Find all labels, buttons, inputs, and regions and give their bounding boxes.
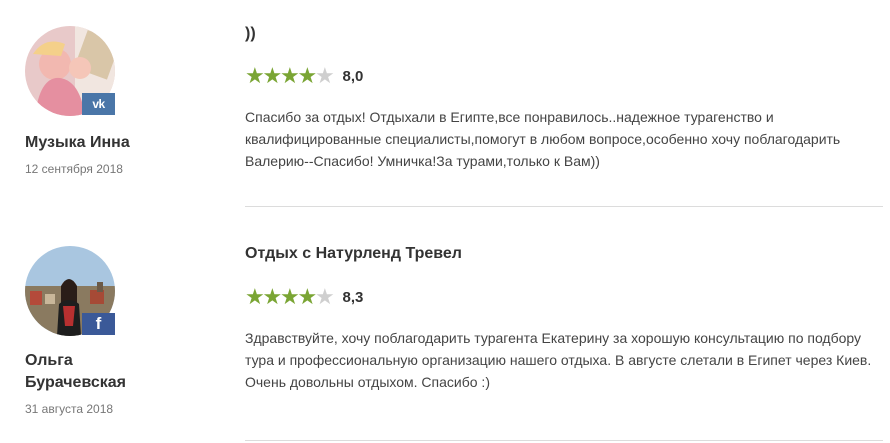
star-icon: ★ [280, 63, 300, 88]
review-divider [245, 440, 883, 441]
review-date: 31 августа 2018 [25, 402, 114, 416]
review-author: vk Музыка Инна 12 сентября 2018 [25, 26, 225, 176]
facebook-icon[interactable]: f [82, 313, 115, 335]
review-text: Спасибо за отдых! Отдыхали в Египте,все … [245, 109, 841, 169]
star-icon: ★ [245, 63, 265, 88]
author-avatar-wrap: f [25, 246, 115, 336]
star-icon: ★ [297, 284, 318, 309]
star-icon: ★ [297, 63, 318, 88]
review-date: 12 сентября 2018 [25, 162, 123, 176]
star-icon: ★ [245, 284, 265, 309]
author-name[interactable]: Ольга Бурачевская [25, 350, 145, 394]
star-icon: ★ [280, 284, 300, 309]
review-rating: ★ ★ ★ ★ ★ 8,0 [245, 63, 885, 88]
review-author: f Ольга Бурачевская 31 августа 2018 [25, 246, 225, 416]
rating-stars: ★ ★ ★ ★ ★ [245, 284, 335, 309]
author-avatar-wrap: vk [25, 26, 115, 116]
review-content: )) ★ ★ ★ ★ ★ 8,0 Спасибо за отдых! Отдых… [245, 24, 885, 172]
star-icon: ★ [262, 63, 283, 88]
review-rating: ★ ★ ★ ★ ★ 8,3 [245, 284, 885, 309]
review-title: Отдых с Натурленд Тревел [245, 245, 462, 262]
rating-score: 8,0 [342, 67, 364, 85]
review-content: Отдых с Натурленд Тревел ★ ★ ★ ★ ★ 8,3 З… [245, 244, 885, 393]
rating-score: 8,3 [342, 288, 364, 306]
review-divider [245, 206, 883, 207]
star-empty-icon: ★ [315, 284, 335, 309]
rating-stars: ★ ★ ★ ★ ★ [245, 63, 335, 88]
vk-icon[interactable]: vk [82, 93, 115, 115]
star-icon: ★ [262, 284, 283, 309]
star-empty-icon: ★ [315, 63, 335, 88]
review-text: Здравствуйте, хочу поблагодарить тураген… [245, 330, 872, 390]
review-title: )) [245, 25, 256, 42]
author-name[interactable]: Музыка Инна [25, 132, 225, 154]
